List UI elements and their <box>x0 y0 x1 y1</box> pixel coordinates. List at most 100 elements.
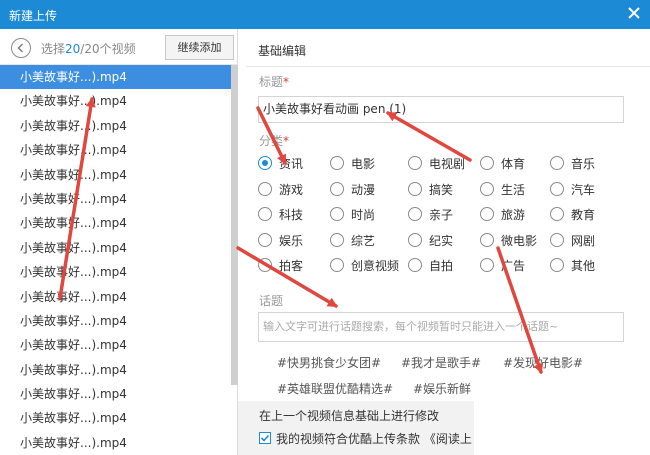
add-more-button[interactable]: 继续添加 <box>165 35 234 60</box>
radio-icon[interactable] <box>330 181 344 196</box>
radio-icon[interactable] <box>258 258 272 272</box>
radio-icon[interactable] <box>408 156 422 170</box>
radio-icon[interactable] <box>480 156 494 170</box>
radio-icon[interactable] <box>408 232 422 247</box>
radio-icon[interactable] <box>258 232 272 247</box>
radio-icon[interactable] <box>480 207 494 221</box>
category-option-label: 微电影 <box>501 233 538 248</box>
category-option-label: 其他 <box>571 259 596 273</box>
agree-terms-text[interactable]: 我的视频符合优酷上传条款 《阅读上 <box>276 430 472 447</box>
category-option-label: 搞笑 <box>429 182 454 197</box>
title-input[interactable]: 小美故事好看动画 pen (1) <box>258 96 624 123</box>
radio-icon[interactable] <box>550 258 564 272</box>
video-list-pane: 选择20/20个视频 继续添加 小美故事好...).mp4 小美故事好...).m… <box>0 29 238 455</box>
video-list-header: 选择20/20个视频 继续添加 <box>0 29 238 65</box>
category-option-label: 生活 <box>501 182 526 197</box>
radio-icon[interactable] <box>330 232 344 247</box>
video-file-item[interactable]: 小美故事好...).mp4 <box>0 211 231 235</box>
required-mark: * <box>283 75 290 89</box>
video-file-item[interactable]: 小美故事好...).mp4 <box>0 431 231 455</box>
video-file-item[interactable]: 小美故事好...).mp4 <box>0 382 231 406</box>
video-file-item[interactable]: 小美故事好...).mp4 <box>0 309 231 333</box>
category-option-label: 旅游 <box>501 208 526 222</box>
category-option-label: 娱乐 <box>279 233 304 248</box>
radio-icon[interactable] <box>550 232 564 247</box>
back-button[interactable] <box>11 38 31 58</box>
topic-tag[interactable]: #快男挑食少女团# <box>277 354 381 371</box>
radio-icon[interactable] <box>258 156 272 170</box>
category-option-label: 亲子 <box>429 208 454 222</box>
category-option-label: 综艺 <box>351 233 376 248</box>
video-file-item[interactable]: 小美故事好...).mp4 <box>0 285 231 309</box>
category-option-label: 音乐 <box>571 157 596 171</box>
radio-icon[interactable] <box>480 258 494 272</box>
radio-icon[interactable] <box>258 181 272 196</box>
category-option-label: 资讯 <box>279 157 304 171</box>
radio-icon[interactable] <box>408 207 422 221</box>
edit-pane: 基础编辑 标题* 小美故事好看动画 pen (1) 分类* 资讯 电影 电视剧 体育音… <box>238 29 650 455</box>
radio-icon[interactable] <box>408 181 422 196</box>
category-option-label: 时尚 <box>351 208 376 222</box>
bottom-bar: 在上一个视频信息基础上进行修改 我的视频符合优酷上传条款 《阅读上 <box>238 401 474 455</box>
category-option-label: 体育 <box>501 157 526 171</box>
category-option-label: 自拍 <box>429 259 454 273</box>
topic-search-input[interactable]: 输入文字可进行话题搜索，每个视频暂时只能进入一个话题~ <box>258 312 624 342</box>
video-file-item[interactable]: 小美故事好...).mp4 <box>0 65 231 90</box>
topic-label: 话题 <box>259 294 284 308</box>
category-option-label: 广告 <box>501 259 526 273</box>
video-file-item[interactable]: 小美故事好...).mp4 <box>0 187 231 211</box>
category-option-label: 创意视频 <box>351 259 400 273</box>
category-option-label: 科技 <box>279 208 304 222</box>
category-option-label: 电视剧 <box>429 157 466 171</box>
category-option-label: 汽车 <box>571 182 596 197</box>
window-title: 新建上传 <box>9 9 58 23</box>
bottom-blank-area <box>474 401 650 455</box>
radio-icon[interactable] <box>258 207 272 221</box>
category-option-label: 教育 <box>571 208 596 222</box>
selection-prefix: 选择 <box>41 42 66 56</box>
radio-icon[interactable] <box>550 207 564 221</box>
radio-icon[interactable] <box>330 156 344 170</box>
radio-icon[interactable] <box>330 258 344 272</box>
topic-tag[interactable]: #我才是歌手# <box>401 354 481 371</box>
section-divider <box>246 66 650 67</box>
category-option-label: 拍客 <box>279 259 304 273</box>
radio-icon[interactable] <box>330 207 344 221</box>
chevron-left-icon <box>17 43 23 53</box>
category-option-label: 游戏 <box>279 182 304 197</box>
video-file-item[interactable]: 小美故事好...).mp4 <box>0 114 231 138</box>
close-icon[interactable] <box>624 3 644 23</box>
title-label: 标题* <box>259 73 289 90</box>
radio-icon[interactable] <box>408 258 422 272</box>
video-file-list: 小美故事好...).mp4 小美故事好...).mp4 小美故事好...).mp4 小… <box>0 65 231 455</box>
video-list-scrollbar[interactable] <box>231 65 238 385</box>
category-option-label: 动漫 <box>351 182 376 197</box>
topic-tag[interactable]: #发现好电影# <box>503 354 583 371</box>
video-file-item[interactable]: 小美故事好...).mp4 <box>0 260 231 284</box>
agree-checkbox[interactable] <box>259 432 271 444</box>
video-file-item[interactable]: 小美故事好...).mp4 <box>0 163 231 187</box>
selection-suffix: /20个视频 <box>80 42 136 56</box>
video-file-item[interactable]: 小美故事好...).mp4 <box>0 138 231 162</box>
video-file-item[interactable]: 小美故事好...).mp4 <box>0 333 231 357</box>
selection-count: 选择20/20个视频 <box>41 40 136 57</box>
radio-icon[interactable] <box>480 232 494 247</box>
topic-tag[interactable]: #娱乐新鲜 <box>413 380 471 397</box>
category-option-label: 纪实 <box>429 233 454 248</box>
video-file-item[interactable]: 小美故事好...).mp4 <box>0 236 231 260</box>
required-mark: * <box>283 134 290 148</box>
title-label-text: 标题 <box>259 75 284 89</box>
video-file-item[interactable]: 小美故事好...).mp4 <box>0 406 231 430</box>
selection-number: 20 <box>65 42 81 56</box>
radio-icon[interactable] <box>480 181 494 196</box>
radio-icon[interactable] <box>550 181 564 196</box>
category-option-label: 电影 <box>351 157 376 171</box>
video-file-item[interactable]: 小美故事好...).mp4 <box>0 358 231 382</box>
video-file-item[interactable]: 小美故事好...).mp4 <box>0 89 231 113</box>
modify-previous-text: 在上一个视频信息基础上进行修改 <box>259 409 440 423</box>
topic-tag[interactable]: #英雄联盟优酷精选# <box>277 380 393 397</box>
category-option-label: 网剧 <box>571 233 596 248</box>
checkmark-icon <box>260 434 270 442</box>
category-label-text: 分类 <box>259 134 284 148</box>
radio-icon[interactable] <box>550 156 564 170</box>
